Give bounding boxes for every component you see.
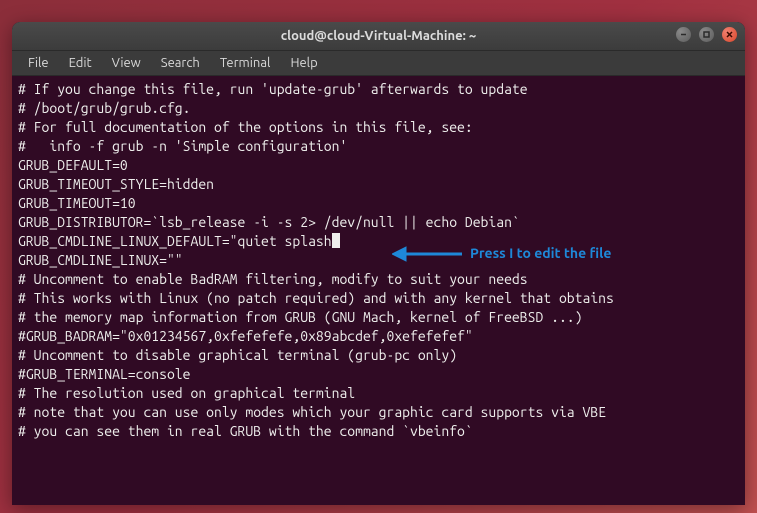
close-button[interactable]	[722, 27, 737, 42]
terminal-line: # note that you can use only modes which…	[18, 403, 739, 422]
terminal-line: # the memory map information from GRUB (…	[18, 308, 739, 327]
window-title: cloud@cloud-Virtual-Machine: ~	[281, 29, 476, 43]
terminal-line: GRUB_CMDLINE_LINUX_DEFAULT="quiet splash	[18, 232, 739, 251]
terminal-line: # you can see them in real GRUB with the…	[18, 422, 739, 441]
terminal-line: # Uncomment to enable BadRAM filtering, …	[18, 270, 739, 289]
terminal-line: # For full documentation of the options …	[18, 118, 739, 137]
terminal-line: GRUB_TIMEOUT_STYLE=hidden	[18, 175, 739, 194]
terminal-line: #GRUB_TERMINAL=console	[18, 365, 739, 384]
terminal-window: cloud@cloud-Virtual-Machine: ~ File Edit…	[12, 22, 745, 505]
menu-file[interactable]: File	[18, 53, 59, 73]
text-cursor	[332, 233, 340, 248]
terminal-line: GRUB_DEFAULT=0	[18, 156, 739, 175]
menu-help[interactable]: Help	[280, 53, 327, 73]
titlebar: cloud@cloud-Virtual-Machine: ~	[12, 22, 745, 51]
terminal-line: # Uncomment to disable graphical termina…	[18, 346, 739, 365]
minimize-button[interactable]	[676, 27, 691, 42]
terminal-line: # /boot/grub/grub.cfg.	[18, 99, 739, 118]
annotation-text: Press I to edit the file	[470, 244, 611, 263]
menu-search[interactable]: Search	[151, 53, 210, 73]
menubar: File Edit View Search Terminal Help	[12, 51, 745, 76]
terminal-line: GRUB_DISTRIBUTOR=`lsb_release -i -s 2> /…	[18, 213, 739, 232]
terminal-body[interactable]: # If you change this file, run 'update-g…	[12, 76, 745, 445]
menu-terminal[interactable]: Terminal	[210, 53, 281, 73]
arrow-left-icon	[392, 245, 464, 263]
terminal-line: GRUB_CMDLINE_LINUX=""	[18, 251, 739, 270]
terminal-line: # If you change this file, run 'update-g…	[18, 80, 739, 99]
menu-view[interactable]: View	[102, 53, 151, 73]
maximize-button[interactable]	[699, 27, 714, 42]
terminal-line: #GRUB_BADRAM="0x01234567,0xfefefefe,0x89…	[18, 327, 739, 346]
terminal-line: GRUB_TIMEOUT=10	[18, 194, 739, 213]
annotation-callout: Press I to edit the file	[392, 244, 611, 263]
menu-edit[interactable]: Edit	[59, 53, 102, 73]
terminal-line: # The resolution used on graphical termi…	[18, 384, 739, 403]
window-controls	[676, 27, 737, 42]
terminal-line: # This works with Linux (no patch requir…	[18, 289, 739, 308]
terminal-line: # info -f grub -n 'Simple configuration'	[18, 137, 739, 156]
